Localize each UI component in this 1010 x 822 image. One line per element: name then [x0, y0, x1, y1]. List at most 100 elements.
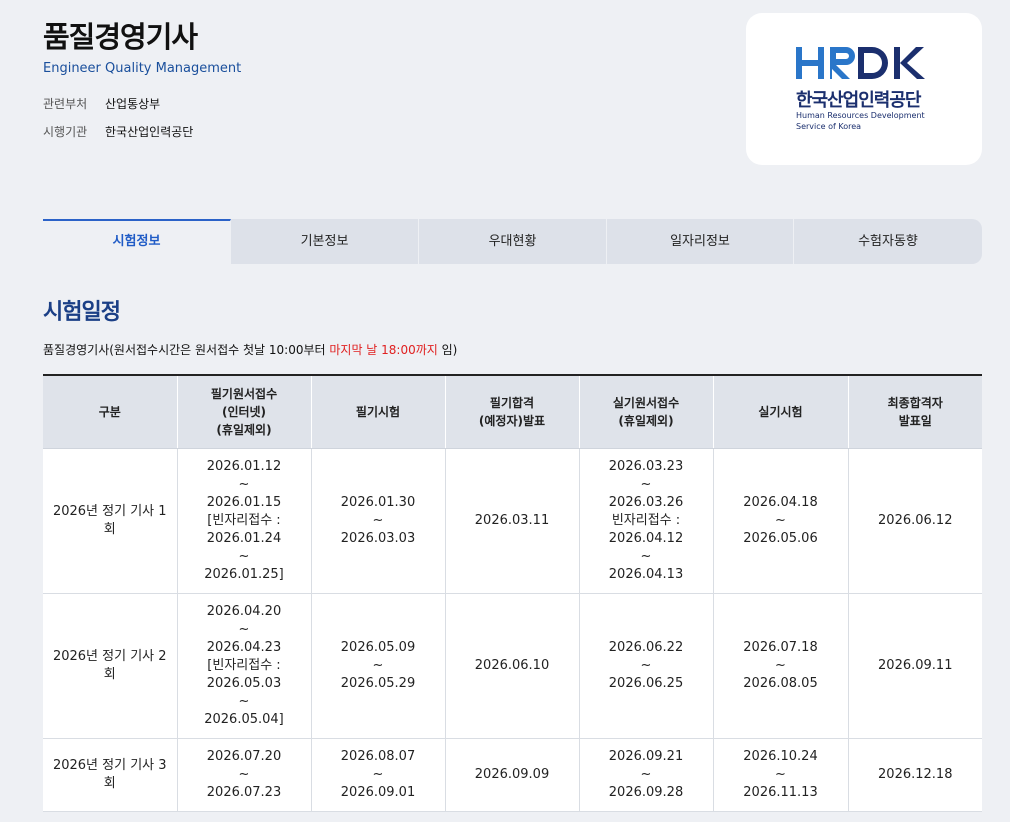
date-cell: 2026.06.12 — [848, 448, 982, 594]
cell-line: 2026.06.25 — [608, 676, 684, 691]
cell-line: 2026.01.25] — [204, 567, 284, 582]
cell-line: 2026.09.28 — [608, 785, 684, 800]
cell-line: ~ — [640, 767, 652, 782]
column-header: 필기합격 (예정자)발표 — [445, 375, 580, 449]
cell-line: ~ — [372, 658, 384, 673]
cell-line: 2026.05.06 — [743, 531, 818, 546]
date-cell: 2026.09.09 — [445, 738, 580, 812]
date-cell: 2026.05.09 ~2026.05.29 — [311, 593, 446, 739]
tab-exam-info[interactable]: 시험정보 — [43, 219, 231, 264]
column-header-line: 필기시험 — [355, 405, 401, 419]
meta-agency-value: 한국산업인력공단 — [105, 125, 194, 139]
hrdk-logo: 한국산업인력공단 Human Resources Development Ser… — [746, 13, 982, 165]
column-header-line: 발표일 — [898, 414, 932, 428]
cell-line: ~ — [640, 477, 652, 492]
round-name-cell: 2026년 정기 기사 1 회 — [43, 448, 178, 594]
cell-line: 2026.08.07 — [340, 749, 416, 764]
column-header-line: 실기시험 — [758, 405, 803, 419]
cell-line: 2026.05.03 — [206, 676, 282, 691]
column-header-line: (휴일제외) — [618, 414, 674, 428]
column-header: 실기원서접수 (휴일제외) — [579, 375, 714, 449]
date-cell: 2026.09.21 ~2026.09.28 — [579, 738, 714, 812]
cell-line: 2026.07.23 — [206, 785, 282, 800]
tab-bar: 시험정보 기본정보 우대현황 일자리정보 수험자동향 — [43, 219, 982, 264]
column-header: 필기시험 — [311, 375, 446, 449]
cell-line: 2026.10.24 — [743, 749, 818, 764]
date-cell: 2026.09.11 — [848, 593, 982, 739]
column-header-line: 구분 — [98, 405, 121, 419]
cell-line: 2026년 정기 기사 3 — [52, 758, 167, 773]
cell-line: [빈자리접수 : — [207, 513, 281, 528]
meta-ministry-label: 관련부처 — [43, 97, 88, 111]
cell-line: 2026.01.24 — [206, 531, 282, 546]
tab-jobs[interactable]: 일자리정보 — [607, 219, 794, 264]
tab-basic-info[interactable]: 기본정보 — [231, 219, 419, 264]
cell-line: 2026.03.11 — [474, 513, 550, 528]
table-row: 2026년 정기 기사 1 회 2026.01.12 ~2026.01.15 [빈자리접… — [43, 448, 982, 594]
tab-benefits[interactable]: 우대현황 — [419, 219, 607, 264]
logo-english-line2: Service of Korea — [796, 122, 862, 131]
cell-line: 2026.03.03 — [340, 531, 416, 546]
meta-agency: 시행기관 한국산업인력공단 — [43, 123, 193, 140]
tab-candidate-trends[interactable]: 수험자동향 — [794, 219, 982, 264]
column-header: 실기시험 — [713, 375, 849, 449]
schedule-table: 구분 필기원서접수 (인터넷) (휴일제외) 필기시험 필기합격 (예정자)발표 실기원서접수… — [43, 374, 982, 812]
column-header: 구분 — [43, 375, 178, 449]
table-row: 2026년 정기 기사 3 회 2026.07.20 ~2026.07.23 2026.… — [43, 738, 982, 812]
date-cell: 2026.10.24 ~2026.11.13 — [713, 738, 849, 812]
note-suffix: 임) — [437, 343, 458, 357]
cell-line: ~ — [238, 694, 250, 709]
cell-line: ~ — [372, 513, 384, 528]
cell-line: 2026.09.21 — [608, 749, 684, 764]
date-cell: 2026.12.18 — [848, 738, 982, 812]
round-name-cell: 2026년 정기 기사 3 회 — [43, 738, 178, 812]
date-cell: 2026.03.23 ~2026.03.26 빈자리접수 : 2026.04.12 ~2… — [579, 448, 714, 594]
cell-line: 2026.12.18 — [878, 767, 953, 782]
cell-line: ~ — [238, 622, 250, 637]
cell-line: [빈자리접수 : — [207, 658, 281, 673]
cell-line: 빈자리접수 : — [611, 513, 681, 528]
cell-line: 2026.07.18 — [743, 640, 818, 655]
cell-line: 2026.08.05 — [743, 676, 818, 691]
cell-line: 2026.03.23 — [608, 459, 684, 474]
date-cell: 2026.07.18 ~2026.08.05 — [713, 593, 849, 739]
cell-line: 2026.04.23 — [206, 640, 282, 655]
cell-line: ~ — [640, 549, 652, 564]
column-header-line: 필기합격 — [489, 396, 535, 410]
hrdk-logo-mark — [796, 47, 925, 79]
table-row: 2026년 정기 기사 2 회 2026.04.20 ~2026.04.23 [빈자리접… — [43, 593, 982, 739]
cell-line: ~ — [238, 767, 250, 782]
meta-agency-label: 시행기관 — [43, 125, 88, 139]
cell-line: 2026.09.01 — [340, 785, 416, 800]
page-subtitle: Engineer Quality Management — [43, 61, 242, 76]
cell-line: 2026.09.09 — [474, 767, 550, 782]
round-name-cell: 2026년 정기 기사 2 회 — [43, 593, 178, 739]
cell-line: 2026.07.20 — [206, 749, 282, 764]
schedule-note: 품질경영기사(원서접수시간은 원서접수 첫날 10:00부터 마지막 날 18:… — [43, 341, 457, 358]
cell-line: 2026.05.04] — [204, 712, 284, 727]
cell-line: 2026.06.10 — [474, 658, 550, 673]
column-header-line: 필기원서접수 — [210, 387, 278, 401]
date-cell: 2026.07.20 ~2026.07.23 — [177, 738, 312, 812]
cell-line: 2026.05.09 — [340, 640, 416, 655]
cell-line: 2026년 정기 기사 1 — [52, 504, 167, 519]
logo-english-line1: Human Resources Development — [796, 111, 925, 120]
cell-line: ~ — [238, 477, 250, 492]
date-cell: 2026.06.10 — [445, 593, 580, 739]
cell-line: ~ — [372, 767, 384, 782]
cell-line: ~ — [238, 549, 250, 564]
meta-ministry-value: 산업통상부 — [105, 97, 161, 111]
cell-line: ~ — [775, 513, 786, 528]
cell-line: 2026.04.20 — [206, 604, 282, 619]
column-header-line: 최종합격자 — [887, 396, 943, 410]
cell-line: 2026.04.13 — [608, 567, 684, 582]
column-header-line: (휴일제외) — [216, 423, 272, 437]
cell-line: 2026.01.12 — [206, 459, 282, 474]
cell-line: 회 — [103, 776, 116, 791]
cell-line: ~ — [775, 658, 786, 673]
cell-line: 2026.03.26 — [608, 495, 684, 510]
logo-korean-name: 한국산업인력공단 — [796, 90, 921, 111]
cell-line: 2026.06.12 — [878, 513, 953, 528]
cell-line: 2026.11.13 — [743, 785, 818, 800]
date-cell: 2026.01.12 ~2026.01.15 [빈자리접수 : 2026.01.24 ~… — [177, 448, 312, 594]
